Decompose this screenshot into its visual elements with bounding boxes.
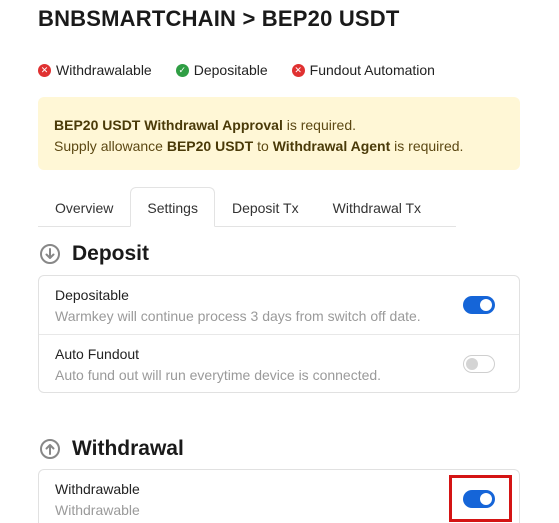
arrow-up-circle-icon [40, 439, 60, 459]
x-circle-icon: ✕ [38, 63, 51, 77]
setting-description: Auto fund out will run everytime device … [55, 367, 382, 383]
alert-bold: BEP20 USDT Withdrawal Approval [54, 117, 283, 133]
tab-deposit-tx[interactable]: Deposit Tx [215, 187, 316, 227]
toggle-knob [480, 299, 492, 311]
deposit-section-header: Deposit [40, 242, 149, 266]
alert-line-2: Supply allowance BEP20 USDT to Withdrawa… [54, 136, 504, 157]
status-depositable: ✓ Depositable [175, 62, 268, 78]
withdrawal-section-title: Withdrawal [72, 437, 184, 460]
deposit-settings-card: Depositable Warmkey will continue proces… [38, 275, 520, 393]
alert-bold: BEP20 USDT [166, 138, 254, 154]
alert-text: is required. [282, 117, 356, 133]
arrow-down-circle-icon [40, 244, 60, 264]
tab-settings[interactable]: Settings [130, 187, 215, 227]
setting-title: Withdrawable [55, 481, 140, 497]
alert-line-1: BEP20 USDT Withdrawal Approval is requir… [54, 115, 504, 136]
withdrawal-settings-card: Withdrawable Withdrawable [38, 469, 520, 523]
highlight-box [449, 475, 512, 522]
setting-description: Warmkey will continue process 3 days fro… [55, 308, 421, 324]
status-fundout-automation: ✕ Fundout Automation [291, 62, 435, 78]
alert-text: is required. [390, 138, 464, 154]
alert-text: to [253, 138, 273, 154]
approval-alert: BEP20 USDT Withdrawal Approval is requir… [38, 97, 520, 170]
status-label: Depositable [193, 62, 268, 78]
setting-title: Auto Fundout [55, 346, 140, 362]
x-circle-icon: ✕ [291, 63, 305, 77]
alert-bold: Withdrawal Agent [272, 138, 391, 154]
setting-row-withdrawable: Withdrawable Withdrawable [39, 470, 519, 523]
alert-text: Supply allowance [54, 138, 167, 154]
withdrawal-section-header: Withdrawal [40, 437, 184, 461]
setting-title: Depositable [55, 287, 129, 303]
tab-bar: Overview Settings Deposit Tx Withdrawal … [38, 187, 456, 227]
page-title: BNBSMARTCHAIN > BEP20 USDT [38, 6, 400, 31]
status-label: Fundout Automation [309, 62, 435, 78]
setting-row-depositable: Depositable Warmkey will continue proces… [39, 276, 519, 334]
depositable-toggle[interactable] [463, 296, 495, 314]
tab-overview[interactable]: Overview [38, 187, 130, 227]
toggle-knob [466, 357, 478, 370]
status-label: Withdrawalable [56, 62, 152, 78]
status-withdrawalable: ✕ Withdrawalable [38, 62, 152, 78]
setting-description: Withdrawable [55, 502, 140, 518]
auto-fundout-toggle[interactable] [463, 354, 495, 373]
check-circle-icon: ✓ [175, 63, 189, 77]
status-row: ✕ Withdrawalable ✓ Depositable ✕ Fundout… [38, 62, 435, 78]
setting-row-auto-fundout: Auto Fundout Auto fund out will run ever… [39, 334, 519, 392]
deposit-section-title: Deposit [72, 242, 150, 265]
tab-withdrawal-tx[interactable]: Withdrawal Tx [316, 187, 438, 227]
